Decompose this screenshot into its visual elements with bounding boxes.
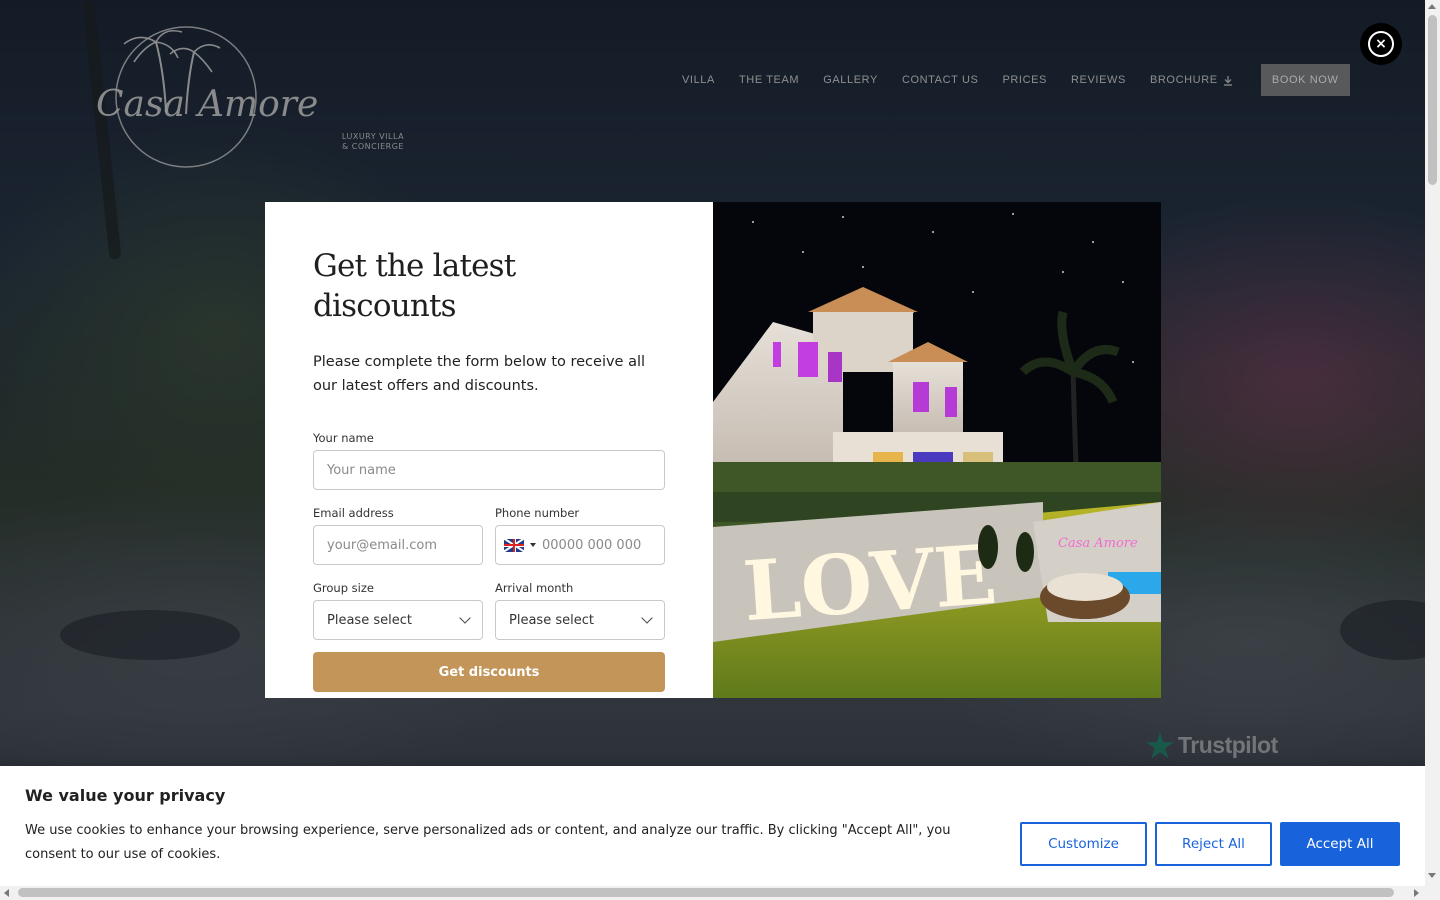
site-logo[interactable]: Casa Amore LUXURY VILLA & CONCIERGE: [94, 22, 404, 172]
main-nav: VILLA THE TEAM GALLERY CONTACT US PRICES…: [682, 64, 1350, 96]
email-placeholder: your@email.com: [327, 537, 437, 553]
arrival-month-label: Arrival month: [495, 581, 574, 595]
vertical-scroll-thumb[interactable]: [1428, 15, 1437, 185]
nav-item-gallery[interactable]: GALLERY: [823, 74, 878, 86]
scroll-left-icon[interactable]: [4, 889, 9, 897]
nav-item-contact-us[interactable]: CONTACT US: [902, 74, 979, 86]
modal-description: Please complete the form below to receiv…: [313, 354, 646, 394]
vertical-scrollbar[interactable]: [1425, 0, 1440, 886]
uk-flag-icon[interactable]: [504, 538, 524, 552]
arrival-month-select[interactable]: Please select: [495, 600, 665, 640]
trustpilot-star-icon: [1146, 732, 1174, 759]
scrollbar-corner: [1425, 886, 1440, 900]
logo-script-left: Casa: [96, 84, 185, 125]
nav-item-prices[interactable]: PRICES: [1002, 74, 1047, 86]
group-size-label: Group size: [313, 581, 374, 595]
close-modal-button[interactable]: ×: [1360, 23, 1402, 65]
logo-tagline-2: & CONCIERGE: [342, 142, 404, 151]
name-placeholder: Your name: [327, 462, 396, 478]
neon-sign: Casa Amore: [1058, 536, 1138, 551]
name-field-group: Your name Your name: [313, 431, 665, 490]
nav-item-brochure[interactable]: BROCHURE: [1150, 74, 1233, 86]
download-icon: [1223, 75, 1232, 86]
nav-item-reviews[interactable]: REVIEWS: [1071, 74, 1126, 86]
arrival-month-value: Please select: [509, 612, 594, 628]
phone-label: Phone number: [495, 506, 580, 520]
modal-form-panel: Get the latest discounts Please complete…: [265, 202, 713, 698]
email-label: Email address: [313, 506, 394, 520]
cookie-text: We use cookies to enhance your browsing …: [25, 823, 951, 862]
trustpilot-label: Trustpilot: [1178, 732, 1278, 758]
email-phone-row: Email address your@email.com Phone numbe…: [313, 506, 665, 565]
villa-night-photo: LOVE Casa Amore: [713, 202, 1161, 698]
scroll-down-icon[interactable]: [1428, 873, 1436, 878]
name-label: Your name: [313, 431, 374, 445]
trustpilot-widget[interactable]: Trustpilot: [1146, 732, 1278, 759]
chevron-down-icon: [459, 612, 471, 624]
scroll-right-icon[interactable]: [1414, 889, 1419, 897]
group-arrival-row: Group size Please select Arrival month P…: [313, 581, 665, 640]
name-input[interactable]: Your name: [313, 450, 665, 490]
logo-tagline-1: LUXURY VILLA: [341, 132, 405, 141]
villa-illustration: LOVE Casa Amore: [713, 202, 1161, 698]
nav-item-the-team[interactable]: THE TEAM: [739, 74, 799, 86]
email-field-group: Email address your@email.com: [313, 506, 483, 565]
get-discounts-button[interactable]: Get discounts: [313, 652, 665, 692]
country-caret-icon[interactable]: [530, 543, 536, 547]
close-icon: ×: [1368, 31, 1394, 57]
group-size-value: Please select: [327, 612, 412, 628]
cookie-banner: We value your privacy We use cookies to …: [0, 766, 1425, 886]
email-input[interactable]: your@email.com: [313, 525, 483, 565]
phone-field-group: Phone number 00000 000 000: [495, 506, 665, 565]
nav-item-villa[interactable]: VILLA: [682, 74, 715, 86]
phone-input[interactable]: 00000 000 000: [495, 525, 665, 565]
book-now-button[interactable]: BOOK NOW: [1260, 64, 1350, 96]
horizontal-scrollbar[interactable]: [0, 886, 1425, 900]
love-sign: LOVE: [740, 527, 1000, 640]
modal-title: Get the latest discounts: [313, 248, 516, 324]
phone-placeholder: 00000 000 000: [542, 537, 642, 553]
group-size-select[interactable]: Please select: [313, 600, 483, 640]
accept-all-button[interactable]: Accept All: [1280, 822, 1400, 866]
cookie-title: We value your privacy: [25, 786, 226, 805]
logo-script-right: Amore: [198, 84, 319, 125]
arrival-field-group: Arrival month Please select: [495, 581, 665, 640]
horizontal-scroll-thumb[interactable]: [18, 888, 1394, 897]
customize-button[interactable]: Customize: [1020, 822, 1147, 866]
reject-all-button[interactable]: Reject All: [1155, 822, 1272, 866]
scroll-up-icon[interactable]: [1428, 4, 1436, 9]
group-field-group: Group size Please select: [313, 581, 483, 640]
discount-modal: Get the latest discounts Please complete…: [265, 202, 1161, 698]
brochure-label: BROCHURE: [1149, 74, 1218, 86]
chevron-down-icon: [641, 612, 653, 624]
